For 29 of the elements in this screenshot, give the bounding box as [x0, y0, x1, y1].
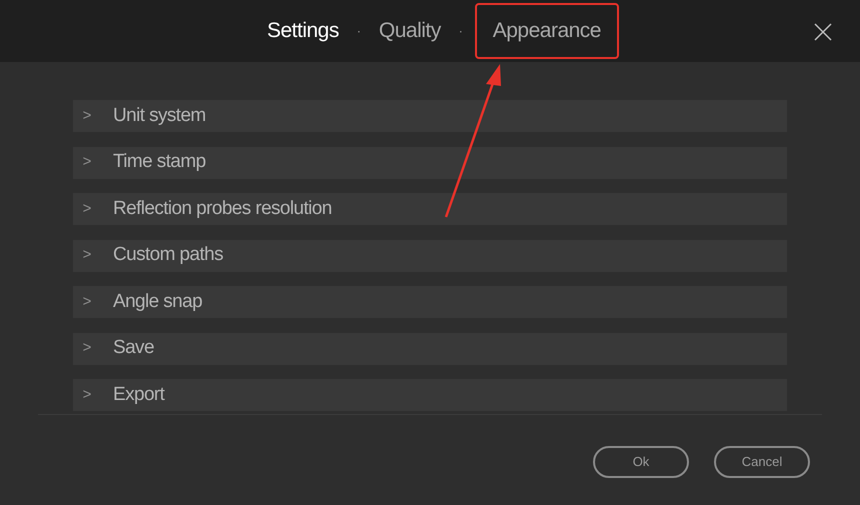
- settings-section[interactable]: > Reflection probes resolution: [73, 193, 787, 225]
- section-label: Custom paths: [113, 243, 224, 268]
- settings-section[interactable]: > Save: [73, 332, 787, 364]
- chevron-icon: >: [73, 290, 101, 314]
- settings-section[interactable]: > Time stamp: [73, 146, 787, 178]
- settings-section[interactable]: > Export: [73, 379, 787, 411]
- section-label: Angle snap: [113, 290, 202, 314]
- chevron-icon: >: [73, 151, 101, 174]
- settings-section[interactable]: > Angle snap: [73, 286, 787, 318]
- dialog-button[interactable]: Ok: [593, 446, 689, 478]
- settings-section[interactable]: > Unit system: [73, 100, 787, 132]
- chevron-icon: >: [73, 198, 101, 220]
- tab[interactable]: Settings: [262, 7, 343, 55]
- chevron-icon: >: [73, 244, 101, 267]
- section-label: Export: [113, 382, 164, 407]
- settings-section[interactable]: > Custom paths: [73, 240, 787, 272]
- section-label: Unit system: [113, 104, 206, 128]
- chevron-icon: >: [73, 337, 101, 360]
- tab[interactable]: Appearance: [476, 5, 617, 57]
- dialog-button[interactable]: Cancel: [714, 446, 810, 478]
- chevron-icon: >: [73, 384, 101, 406]
- tab-separator: ·: [458, 23, 463, 40]
- close-icon[interactable]: [814, 23, 832, 41]
- section-label: Reflection probes resolution: [113, 196, 332, 221]
- tab[interactable]: Quality: [374, 7, 445, 55]
- chevron-icon: >: [73, 104, 101, 128]
- tab-separator: ·: [356, 23, 361, 40]
- section-label: Time stamp: [113, 150, 206, 174]
- section-label: Save: [113, 336, 154, 360]
